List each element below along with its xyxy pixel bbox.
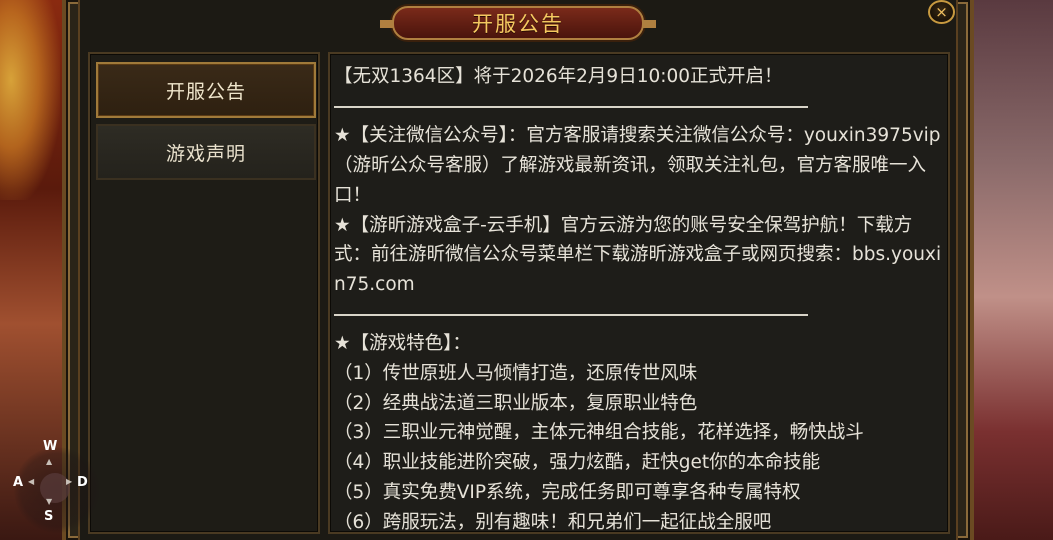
dialog-title-plate: 开服公告 bbox=[380, 6, 656, 40]
arrow-down-icon: ▼ bbox=[46, 497, 53, 506]
key-d: D bbox=[77, 475, 88, 490]
logo-art bbox=[0, 0, 60, 200]
background-art-right bbox=[963, 0, 1053, 540]
tab-label: 开服公告 bbox=[165, 80, 246, 103]
key-s: S bbox=[44, 509, 54, 524]
tab-game-statement[interactable]: 游戏声明 bbox=[96, 124, 316, 180]
tab-label: 游戏声明 bbox=[165, 142, 246, 165]
announce-line: 【无双1364区】将于2026年2月9日10:00正式开启！ bbox=[334, 66, 783, 87]
divider bbox=[334, 300, 946, 330]
feature-item: （1）传世原班人马倾情打造，还原传世风味 bbox=[334, 363, 698, 384]
dialog-title: 开服公告 bbox=[472, 12, 564, 36]
tab-server-announcement[interactable]: 开服公告 bbox=[96, 62, 316, 118]
key-a: A bbox=[13, 475, 24, 490]
close-button[interactable]: × bbox=[928, 0, 955, 24]
cloud-paragraph: ★【游昕游戏盒子-云手机】官方云游为您的账号安全保驾护航！下载方式：前往游昕微信… bbox=[334, 214, 942, 295]
feature-item: （2）经典战法道三职业版本，复原职业特色 bbox=[334, 392, 698, 414]
divider bbox=[334, 92, 946, 122]
announcement-content[interactable]: 【无双1364区】将于2026年2月9日10:00正式开启！ ★【关注微信公众号… bbox=[328, 52, 950, 534]
movement-joystick[interactable]: ▲ ◀ ▶ ▼ W A D S bbox=[10, 435, 100, 535]
content-text: 【无双1364区】将于2026年2月9日10:00正式开启！ ★【关注微信公众号… bbox=[334, 62, 946, 533]
arrow-left-icon: ◀ bbox=[28, 477, 35, 486]
arrow-right-icon: ▶ bbox=[66, 477, 73, 486]
feature-item: （6）跨服玩法，别有趣味！和兄弟们一起征战全服吧 bbox=[334, 511, 772, 533]
feature-item: （3）三职业元神觉醒，主体元神组合技能，花样选择，畅快战斗 bbox=[334, 422, 864, 444]
key-w: W bbox=[43, 439, 58, 454]
sidebar: 开服公告 游戏声明 bbox=[88, 52, 320, 534]
close-icon: × bbox=[935, 2, 948, 21]
feature-item: （4）职业技能进阶突破，强力炫酷，赶快get你的本命技能 bbox=[334, 452, 821, 474]
wechat-paragraph: ★【关注微信公众号】：官方客服请搜索关注微信公众号：youxin3975vip（… bbox=[334, 125, 941, 206]
title-wing-right bbox=[642, 20, 656, 28]
features-title: ★【游戏特色】： bbox=[334, 333, 471, 355]
arrow-up-icon: ▲ bbox=[46, 457, 53, 466]
feature-item: （5）真实免费VIP系统，完成任务即可尊享各种专属特权 bbox=[334, 481, 801, 503]
title-wing-left bbox=[380, 20, 394, 28]
